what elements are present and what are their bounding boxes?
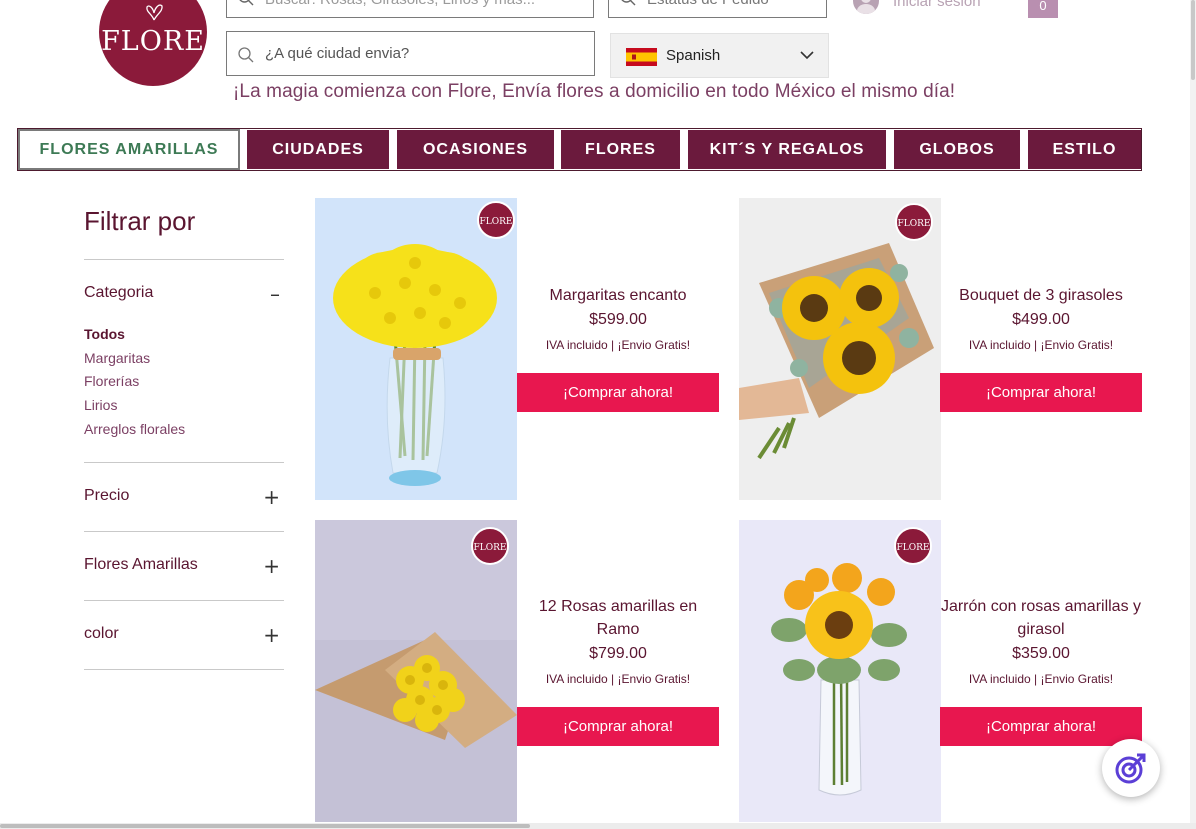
flore-badge: FLORE bbox=[471, 527, 509, 565]
nav-item-estilo[interactable]: ESTILO bbox=[1028, 130, 1141, 169]
buy-now-button[interactable]: ¡Comprar ahora! bbox=[940, 707, 1142, 746]
rose-sunflower-vase-photo bbox=[739, 520, 941, 822]
vertical-scrollbar[interactable] bbox=[1190, 0, 1196, 829]
nav-item-globos[interactable]: GLOBOS bbox=[894, 130, 1020, 169]
divider bbox=[84, 531, 284, 532]
spain-flag-icon bbox=[626, 48, 657, 66]
product-image-jarron-rosas-girasol[interactable]: FLORE bbox=[739, 520, 941, 822]
city-search-input[interactable]: ¿A qué ciudad envia? bbox=[226, 31, 595, 76]
city-search-placeholder: ¿A qué ciudad envia? bbox=[265, 45, 410, 62]
expand-icon[interactable]: + bbox=[263, 623, 280, 647]
category-option-lirios[interactable]: Lirios bbox=[84, 397, 117, 413]
flore-badge: FLORE bbox=[895, 203, 933, 241]
nav-item-ocasiones[interactable]: OCASIONES bbox=[397, 130, 554, 169]
category-option-margaritas[interactable]: Margaritas bbox=[84, 350, 150, 366]
language-selector[interactable]: Spanish bbox=[610, 33, 829, 78]
product-price: $799.00 bbox=[589, 645, 647, 662]
divider bbox=[84, 462, 284, 463]
daisy-vase-photo bbox=[315, 198, 517, 500]
divider bbox=[84, 259, 284, 260]
flore-logo[interactable]: FLORE bbox=[99, 0, 207, 86]
buy-now-button[interactable]: ¡Comprar ahora! bbox=[517, 373, 719, 412]
divider bbox=[84, 669, 284, 670]
language-label: Spanish bbox=[666, 47, 721, 64]
badge-text: FLORE bbox=[473, 543, 507, 553]
divider bbox=[84, 600, 284, 601]
butterfly-icon bbox=[146, 4, 163, 21]
product-info: Margaritas encanto $599.00 IVA incluido … bbox=[517, 284, 719, 352]
order-status-input[interactable]: Estatus de Pedido bbox=[608, 0, 827, 18]
target-arrow-icon bbox=[1115, 753, 1146, 784]
search-icon bbox=[621, 0, 636, 6]
badge-text: FLORE bbox=[896, 543, 930, 553]
avatar-icon bbox=[853, 0, 879, 14]
product-info: Bouquet de 3 girasoles $499.00 IVA inclu… bbox=[940, 284, 1142, 352]
product-note: IVA incluido | ¡Envio Gratis! bbox=[968, 338, 1114, 352]
flore-badge: FLORE bbox=[477, 201, 515, 239]
product-info: Jarrón con rosas amarillas y girasol $35… bbox=[940, 595, 1142, 686]
product-price: $359.00 bbox=[1012, 645, 1070, 662]
logo-text: FLORE bbox=[101, 25, 205, 57]
cart-button[interactable]: 0 bbox=[1028, 0, 1058, 18]
filter-section-flores-amarillas[interactable]: Flores Amarillas + bbox=[84, 554, 284, 580]
product-price: $599.00 bbox=[589, 311, 647, 328]
product-note: IVA incluido | ¡Envio Gratis! bbox=[545, 672, 691, 686]
filter-section-categoria[interactable]: Categoria – bbox=[84, 282, 284, 308]
expand-icon[interactable]: + bbox=[263, 485, 280, 509]
product-image-rosas-amarillas[interactable]: FLORE bbox=[315, 520, 517, 822]
flore-badge: FLORE bbox=[894, 527, 932, 565]
horizontal-scrollbar[interactable] bbox=[0, 823, 1196, 829]
product-name[interactable]: Margaritas encanto bbox=[517, 284, 719, 307]
buy-now-button[interactable]: ¡Comprar ahora! bbox=[940, 373, 1142, 412]
search-icon bbox=[239, 0, 254, 6]
category-option-todos[interactable]: Todos bbox=[84, 326, 125, 342]
collapse-icon[interactable]: – bbox=[270, 282, 280, 306]
scrollbar-thumb[interactable] bbox=[1191, 0, 1195, 80]
yellow-roses-photo bbox=[315, 520, 517, 822]
login-button[interactable]: Iniciar sesión bbox=[853, 0, 981, 14]
product-image-bouquet-girasoles[interactable]: FLORE bbox=[739, 198, 941, 500]
filter-title: Filtrar por bbox=[84, 206, 196, 236]
product-search-input[interactable]: Buscar: Rosas, Girasoles, Lirios y más..… bbox=[226, 0, 594, 18]
filter-section-precio[interactable]: Precio + bbox=[84, 485, 284, 511]
product-name[interactable]: Jarrón con rosas amarillas y girasol bbox=[940, 595, 1142, 641]
badge-text: FLORE bbox=[897, 219, 931, 229]
filter-section-label: Categoria bbox=[84, 284, 154, 301]
buy-now-button[interactable]: ¡Comprar ahora! bbox=[517, 707, 719, 746]
filter-section-label: Precio bbox=[84, 487, 130, 504]
filter-section-label: color bbox=[84, 625, 119, 642]
order-status-placeholder: Estatus de Pedido bbox=[647, 0, 769, 8]
category-option-arreglos-florales[interactable]: Arreglos florales bbox=[84, 421, 185, 437]
product-name[interactable]: 12 Rosas amarillas en Ramo bbox=[517, 595, 719, 641]
product-note: IVA incluido | ¡Envio Gratis! bbox=[968, 672, 1114, 686]
sunflower-bouquet-photo bbox=[739, 198, 941, 500]
chat-widget-button[interactable] bbox=[1102, 739, 1160, 797]
nav-item-flores-amarillas[interactable]: FLORES AMARILLAS bbox=[18, 129, 240, 170]
nav-item-ciudades[interactable]: CIUDADES bbox=[247, 130, 389, 169]
filter-section-color[interactable]: color + bbox=[84, 623, 284, 649]
category-option-florerias[interactable]: Florerías bbox=[84, 373, 139, 389]
scrollbar-thumb[interactable] bbox=[0, 824, 530, 828]
login-label: Iniciar sesión bbox=[893, 0, 981, 10]
product-image-margaritas-encanto[interactable]: FLORE bbox=[315, 198, 517, 500]
product-note: IVA incluido | ¡Envio Gratis! bbox=[545, 338, 691, 352]
badge-text: FLORE bbox=[479, 217, 513, 227]
filter-section-label: Flores Amarillas bbox=[84, 556, 198, 573]
nav-item-flores[interactable]: FLORES bbox=[561, 130, 680, 169]
expand-icon[interactable]: + bbox=[263, 554, 280, 578]
chevron-down-icon bbox=[800, 51, 814, 60]
product-info: 12 Rosas amarillas en Ramo $799.00 IVA i… bbox=[517, 595, 719, 686]
cart-count: 0 bbox=[1039, 0, 1047, 13]
product-search-placeholder: Buscar: Rosas, Girasoles, Lirios y más..… bbox=[265, 0, 535, 8]
search-icon bbox=[238, 47, 254, 63]
product-price: $499.00 bbox=[1012, 311, 1070, 328]
tagline: ¡La magia comienza con Flore, Envía flor… bbox=[233, 81, 956, 102]
main-nav: FLORES AMARILLAS CIUDADES OCASIONES FLOR… bbox=[17, 128, 1142, 171]
product-name[interactable]: Bouquet de 3 girasoles bbox=[940, 284, 1142, 307]
nav-item-kits-y-regalos[interactable]: KIT´S Y REGALOS bbox=[688, 130, 886, 169]
